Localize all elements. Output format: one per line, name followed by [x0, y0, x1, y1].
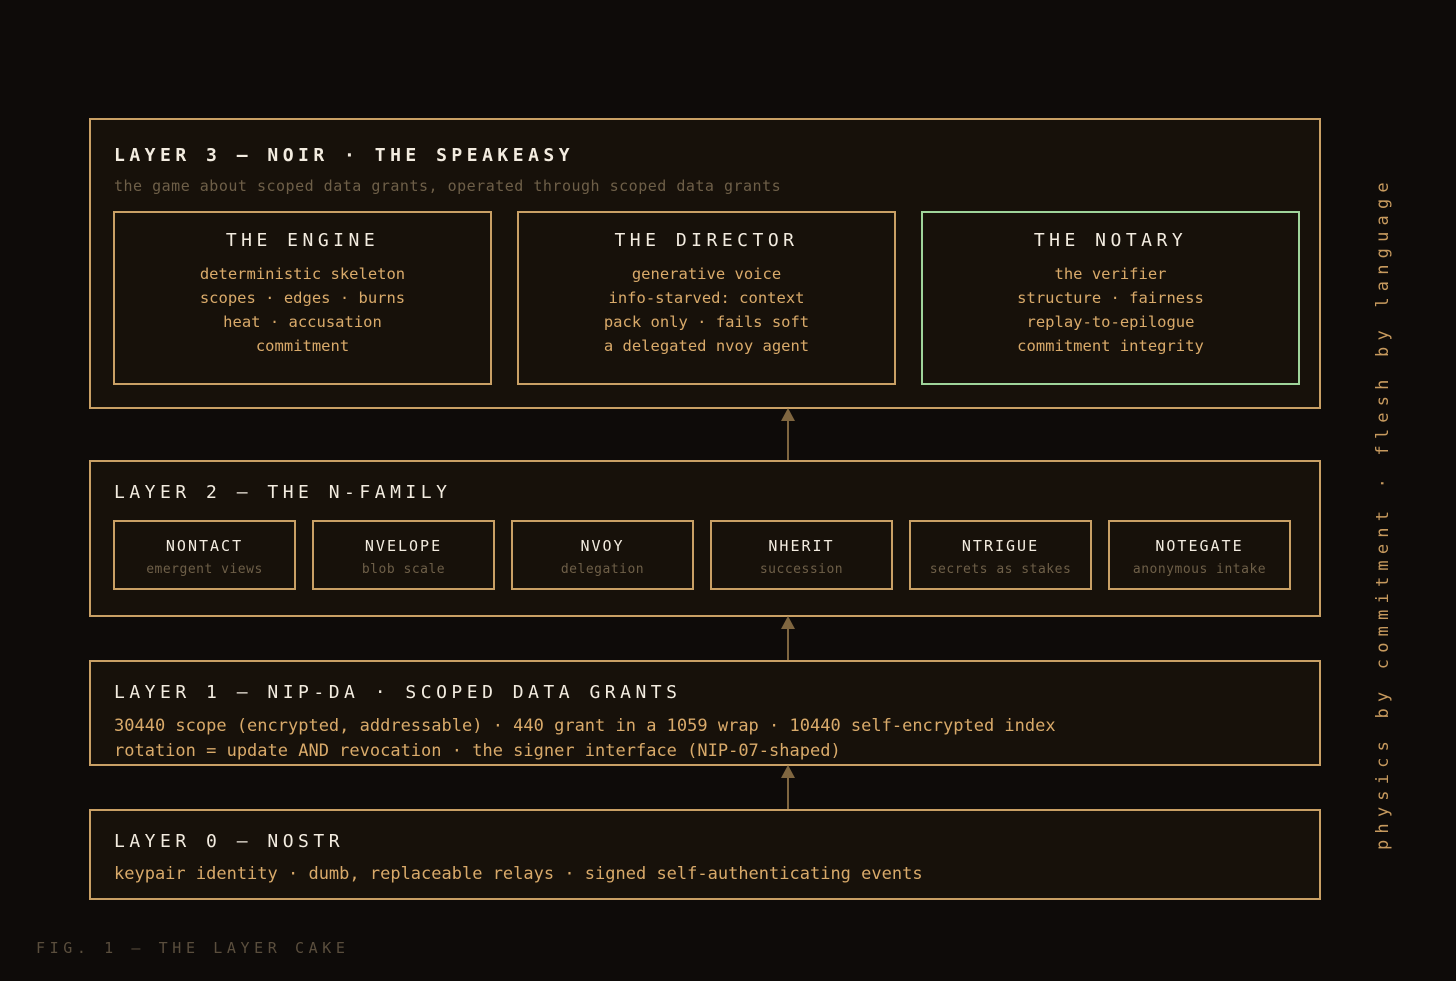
arrow-up-icon [779, 616, 797, 661]
notary-line: commitment integrity [1017, 337, 1204, 355]
layer-3-title: LAYER 3 — NOIR · THE SPEAKEASY [114, 145, 575, 166]
engine-box: THE ENGINE deterministic skeleton scopes… [113, 211, 492, 385]
notary-line: the verifier [1054, 265, 1167, 283]
notary-line: structure · fairness [1017, 289, 1204, 307]
notary-title: THE NOTARY [1033, 230, 1188, 251]
figure-caption: FIG. 1 — THE LAYER CAKE [36, 939, 350, 957]
layer-2-panel: LAYER 2 — THE N-FAMILY NONTACT emergent … [89, 460, 1321, 617]
family-box-nvoy: NVOY delegation [511, 520, 694, 590]
director-line: info-starved: context [608, 289, 805, 307]
arrow-up-icon [779, 765, 797, 810]
notary-line: replay-to-epilogue [1026, 313, 1195, 331]
layer-1-line: 30440 scope (encrypted, addressable) · 4… [114, 716, 1056, 736]
family-box-notegate: NOTEGATE anonymous intake [1108, 520, 1291, 590]
family-box-ntrigue: NTRIGUE secrets as stakes [909, 520, 1092, 590]
family-name: NONTACT [165, 537, 244, 555]
notary-box: THE NOTARY the verifier structure · fair… [921, 211, 1300, 385]
engine-title: THE ENGINE [225, 230, 380, 251]
director-box: THE DIRECTOR generative voice info-starv… [517, 211, 896, 385]
family-box-nontact: NONTACT emergent views [113, 520, 296, 590]
engine-line: deterministic skeleton [199, 265, 406, 283]
engine-line: scopes · edges · burns [199, 289, 406, 307]
layer-1-line: rotation = update AND revocation · the s… [114, 741, 841, 761]
director-line: pack only · fails soft [603, 313, 810, 331]
director-line: generative voice [631, 265, 782, 283]
director-title: THE DIRECTOR [614, 230, 799, 251]
arrow-up-icon [779, 408, 797, 461]
side-motto: physics by commitment · flesh by languag… [1373, 176, 1393, 850]
family-role: emergent views [146, 562, 263, 577]
family-name: NVOY [580, 537, 625, 555]
layer-1-title: LAYER 1 — NIP-DA · SCOPED DATA GRANTS [114, 682, 682, 703]
layer-3-subtitle: the game about scoped data grants, opera… [114, 177, 782, 195]
layer-1-panel: LAYER 1 — NIP-DA · SCOPED DATA GRANTS 30… [89, 660, 1321, 766]
family-role: anonymous intake [1132, 562, 1267, 577]
family-name: NOTEGATE [1155, 537, 1244, 555]
layer-0-line: keypair identity · dumb, replaceable rel… [114, 864, 923, 884]
layer-3-panel: LAYER 3 — NOIR · THE SPEAKEASY the game … [89, 118, 1321, 409]
family-role: succession [759, 562, 844, 577]
layer-2-title: LAYER 2 — THE N-FAMILY [114, 482, 452, 503]
engine-line: heat · accusation [223, 313, 382, 331]
family-role: blob scale [361, 562, 446, 577]
family-box-nherit: NHERIT succession [710, 520, 893, 590]
director-line: a delegated nvoy agent [603, 337, 810, 355]
family-name: NVELOPE [364, 537, 443, 555]
engine-line: commitment [255, 337, 350, 355]
family-role: secrets as stakes [929, 562, 1072, 577]
family-name: NHERIT [768, 537, 835, 555]
family-role: delegation [560, 562, 645, 577]
family-box-nvelope: NVELOPE blob scale [312, 520, 495, 590]
layer-0-panel: LAYER 0 — NOSTR keypair identity · dumb,… [89, 809, 1321, 900]
layer-0-title: LAYER 0 — NOSTR [114, 831, 345, 852]
family-name: NTRIGUE [961, 537, 1040, 555]
